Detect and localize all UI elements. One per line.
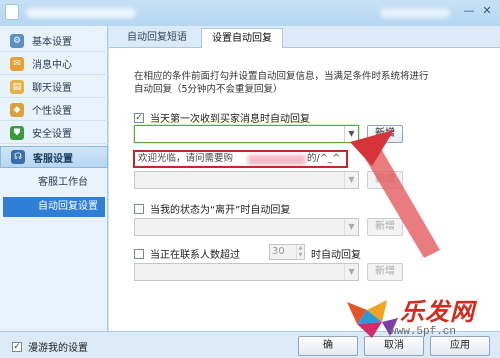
second-reply-select[interactable]: ▼ [134,171,359,189]
chat-icon: ▤ [10,79,24,94]
tab-auto-reply-phrases[interactable]: 自动回复短语 [117,28,197,48]
first-message-label: 当天第一次收到买家消息时自动回复 [150,114,310,125]
sidebar-item-personal[interactable]: ◆ 个性设置 [0,99,108,121]
sidebar-item-service[interactable]: ☊ 客服设置 [0,146,108,168]
watermark-url: www.5pf.cn [390,326,457,338]
sidebar-subitem-auto-reply[interactable]: 自动回复设置 [3,197,105,217]
second-add-button[interactable]: 新增 [367,171,403,189]
minimize-icon[interactable]: — [462,4,476,18]
gear-icon: ⚙ [10,33,24,48]
envelope-icon: ✉ [10,56,24,71]
title-bar: — ✕ [0,0,500,26]
sidebar-item-chat[interactable]: ▤ 聊天设置 [0,76,108,98]
chevron-down-icon: ▼ [344,219,358,235]
contact-count-label-prefix: 当正在联系人数超过 [150,250,240,261]
contact-count-add-button[interactable]: 新增 [367,263,403,281]
first-message-checkbox[interactable]: ✓ [134,112,144,123]
auto-reply-panel: 在相应的条件前面打勾并设置自动回复信息，当满足条件时系统将进行自动回复（5分钟内… [109,48,500,331]
first-message-reply-select[interactable]: ▼ [134,125,359,143]
away-add-button[interactable]: 新增 [367,218,403,236]
contact-count-checkbox[interactable] [134,248,144,259]
blurred-title-right [380,8,450,18]
sidebar-item-messages[interactable]: ✉ 消息中心 [0,53,108,75]
watermark: 乐发网 www.5pf.cn [342,292,492,346]
sidebar-item-label: 基本设置 [32,37,72,48]
roam-settings-checkbox[interactable]: ✓ [12,341,22,352]
app-icon [5,4,19,20]
headset-icon: ☊ [11,150,25,164]
settings-sidebar: ⚙ 基本设置 ✉ 消息中心 ▤ 聊天设置 ◆ 个性设置 ⛊ 安全设置 ☊ 客服设… [0,26,108,331]
reply-preview-highlight: 欢迎光临，请问需要购 的/^_^ [133,150,348,168]
sidebar-item-security[interactable]: ⛊ 安全设置 [0,122,108,144]
roam-settings-label: 漫游我的设置 [28,343,88,354]
contact-count-value: 30 [272,246,285,257]
chevron-down-icon: ▼ [344,264,358,280]
first-message-add-button[interactable]: 新增 [367,125,403,143]
palette-icon: ◆ [10,102,24,117]
sidebar-item-label: 个性设置 [32,106,72,117]
description-text: 在相应的条件前面打勾并设置自动回复信息，当满足条件时系统将进行自动回复（5分钟内… [134,71,429,95]
away-reply-select[interactable]: ▼ [134,218,359,236]
rule-first-message-row: ✓ 当天第一次收到买家消息时自动回复 [134,110,310,125]
sidebar-item-label: 消息中心 [32,60,72,71]
reply-preview-tail: 的/^_^ [307,153,341,164]
blurred-region [248,155,306,165]
chevron-down-icon: ▼ [344,126,358,142]
sidebar-item-label: 安全设置 [32,129,72,140]
contact-count-label-suffix: 时自动回复 [311,250,361,261]
contact-count-reply-select[interactable]: ▼ [134,263,359,281]
rule-away-row: 当我的状态为“离开”时自动回复 [134,201,290,216]
chevron-down-icon: ▼ [344,172,358,188]
sidebar-subitem-workbench[interactable]: 客服工作台 [0,173,108,193]
tab-set-auto-reply[interactable]: 设置自动回复 [201,28,283,48]
shield-icon: ⛊ [10,125,24,140]
contact-count-stepper[interactable]: 30 ▲ ▼ [269,244,305,260]
away-label: 当我的状态为“离开”时自动回复 [150,205,291,216]
rule-contact-count-row: 当正在联系人数超过 [134,246,240,261]
sidebar-item-basic[interactable]: ⚙ 基本设置 [0,30,108,52]
away-checkbox[interactable] [134,203,144,214]
sidebar-item-label: 聊天设置 [32,83,72,94]
contact-count-suffix-row: 时自动回复 [311,246,361,261]
watermark-text: 乐发网 [400,297,475,326]
tab-bar: 自动回复短语 设置自动回复 [109,26,500,48]
roam-settings-row: ✓ 漫游我的设置 [12,339,88,354]
blurred-title [26,8,136,18]
close-icon[interactable]: ✕ [480,4,494,18]
stepper-arrows-icon[interactable]: ▲ ▼ [296,245,304,259]
sidebar-item-label: 客服设置 [33,153,73,165]
reply-preview-text: 欢迎光临，请问需要购 [138,153,234,164]
